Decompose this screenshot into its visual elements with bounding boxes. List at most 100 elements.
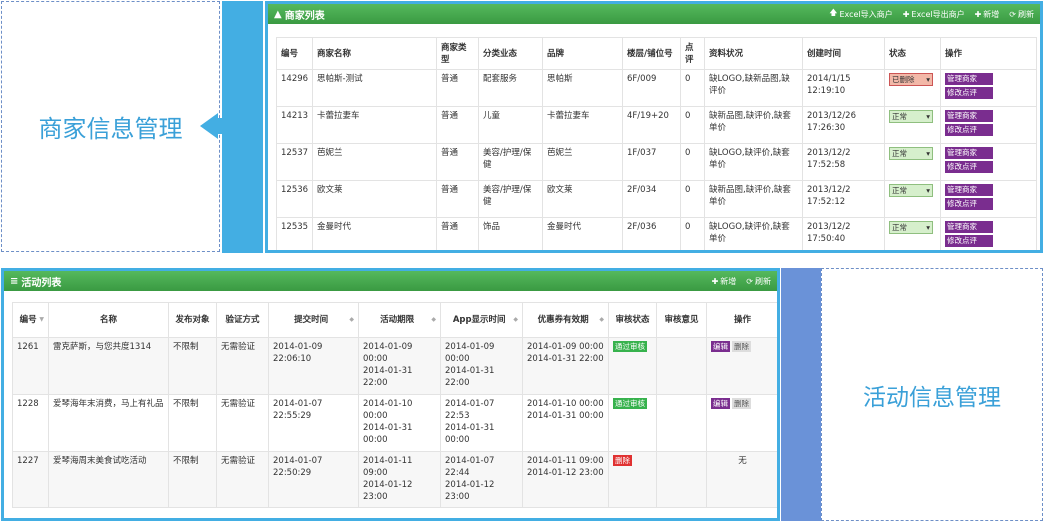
cell-operations: 管理商家 修改点评 bbox=[940, 180, 1037, 218]
cell-name: 卡蕾拉妻车 bbox=[312, 106, 437, 144]
col-header-text: 编号 bbox=[19, 315, 37, 325]
col-header[interactable]: 发布对象 bbox=[168, 302, 217, 338]
edit-review-button[interactable]: 修改点评 bbox=[945, 87, 993, 99]
col-header[interactable]: 验证方式 bbox=[216, 302, 269, 338]
cell-type: 普通 bbox=[436, 180, 479, 218]
audit-pass-badge: 通过审核 bbox=[613, 341, 647, 352]
merchant-table: 编号 商家名称 商家类型 分类业态 品牌 楼层/铺位号 点评 资料状况 创建时间… bbox=[276, 37, 1037, 250]
col-header[interactable]: 审核状态 bbox=[608, 302, 657, 338]
status-select-value: 正常 bbox=[892, 185, 907, 195]
manage-merchant-button[interactable]: 管理商家 bbox=[945, 73, 993, 85]
table-row[interactable]: 12536 欧文莱 普通 美容/护理/保健 欧文莱 2F/034 0 缺新品图,缺评价,缺套单… bbox=[276, 180, 1037, 218]
col-header[interactable]: 状态 bbox=[884, 37, 941, 70]
status-select-value: 正常 bbox=[892, 148, 907, 158]
edit-review-button[interactable]: 修改点评 bbox=[945, 198, 993, 210]
cell-reviews: 0 bbox=[680, 106, 705, 144]
table-row[interactable]: 12535 金曼时代 普通 饰品 金曼时代 2F/036 0 缺LOGO,缺评价,缺套单价 20… bbox=[276, 217, 1037, 250]
col-header[interactable]: 编号 bbox=[276, 37, 313, 70]
col-header[interactable]: 品牌 bbox=[542, 37, 623, 70]
chevron-down-icon: ▾ bbox=[926, 185, 930, 195]
arrow-left-icon bbox=[200, 113, 218, 139]
excel-export-button[interactable]: ✚ Excel导出商户 bbox=[903, 7, 965, 21]
cell-id: 14296 bbox=[276, 69, 313, 107]
col-header[interactable]: 商家类型 bbox=[436, 37, 479, 70]
sort-icon: ◆ bbox=[431, 316, 436, 323]
cell-info: 缺LOGO,缺评价,缺套单价 bbox=[704, 143, 803, 181]
cell-reviews: 0 bbox=[680, 180, 705, 218]
table-row[interactable]: 12537 芭妮兰 普通 美容/护理/保健 芭妮兰 1F/037 0 缺LOGO,缺评价,缺套… bbox=[276, 143, 1037, 181]
manage-merchant-button[interactable]: 管理商家 bbox=[945, 221, 993, 233]
cell-floor: 2F/036 bbox=[622, 217, 681, 250]
col-header[interactable]: 分类业态 bbox=[478, 37, 543, 70]
col-header[interactable]: 优惠券有效期 ◆ bbox=[522, 302, 609, 338]
no-operation-text: 无 bbox=[738, 456, 747, 466]
col-header-text: 操作 bbox=[733, 315, 751, 325]
cell-name: 爱琴海周末美食试吃活动 bbox=[48, 451, 169, 508]
col-header[interactable]: 商家名称 bbox=[312, 37, 437, 70]
col-header[interactable]: 审核意见 bbox=[656, 302, 707, 338]
edit-review-button[interactable]: 修改点评 bbox=[945, 124, 993, 136]
edit-review-button[interactable]: 修改点评 bbox=[945, 235, 993, 247]
col-header[interactable]: 操作 bbox=[940, 37, 1037, 70]
table-row[interactable]: 1261 雷克萨斯，与您共度1314 不限制 无需验证 2014-01-09 22:06… bbox=[12, 337, 777, 395]
activity-table: 编号 ▼ 名称 发布对象 验证方式 提交时间 ◆ 活动期限 ◆ App显示时间 ◆ 优惠… bbox=[12, 302, 777, 508]
activity-connector-bar bbox=[781, 268, 821, 521]
cell-id: 12536 bbox=[276, 180, 313, 218]
table-row[interactable]: 1227 爱琴海周末美食试吃活动 不限制 无需验证 2014-01-07 22:50:2… bbox=[12, 451, 777, 508]
table-row[interactable]: 14296 思帕斯-测试 普通 配套服务 思帕斯 6F/009 0 缺LOGO,缺新品图,缺评… bbox=[276, 69, 1037, 107]
status-select[interactable]: 正常 ▾ bbox=[889, 110, 933, 123]
cell-floor: 2F/034 bbox=[622, 180, 681, 218]
edit-review-button[interactable]: 修改点评 bbox=[945, 161, 993, 173]
cell-operations: 管理商家 修改点评 bbox=[940, 106, 1037, 144]
cell-created: 2013/12/2 17:52:12 bbox=[802, 180, 885, 218]
col-header[interactable]: 点评 bbox=[680, 37, 705, 70]
cell-verify: 无需验证 bbox=[216, 394, 269, 452]
col-header[interactable]: 创建时间 bbox=[802, 37, 885, 70]
status-select[interactable]: 正常 ▾ bbox=[889, 147, 933, 160]
edit-button[interactable]: 编辑 bbox=[711, 398, 730, 409]
col-header[interactable]: 操作 bbox=[706, 302, 777, 338]
user-icon: ▲ bbox=[274, 8, 282, 20]
col-header-text: 优惠券有效期 bbox=[537, 315, 589, 325]
edit-button[interactable]: 编辑 bbox=[711, 341, 730, 352]
cell-status: 正常 ▾ bbox=[884, 143, 941, 181]
sort-icon: ◆ bbox=[513, 316, 518, 323]
col-header[interactable]: 资料状况 bbox=[704, 37, 803, 70]
cell-category: 美容/护理/保健 bbox=[478, 180, 543, 218]
delete-button[interactable]: 删除 bbox=[732, 398, 751, 409]
merchant-management-label: 商家信息管理 bbox=[1, 1, 220, 252]
add-merchant-label: 新增 bbox=[983, 9, 1000, 19]
col-header[interactable]: App显示时间 ◆ bbox=[440, 302, 523, 338]
status-select[interactable]: 正常 ▾ bbox=[889, 184, 933, 197]
col-header[interactable]: 名称 bbox=[48, 302, 169, 338]
add-activity-button[interactable]: ✚ 新增 bbox=[712, 276, 737, 287]
refresh-merchant-button[interactable]: ⟳ 刷新 bbox=[1009, 7, 1034, 21]
cell-info: 缺LOGO,缺评价,缺套单价 bbox=[704, 217, 803, 250]
cell-audit: 通过审核 bbox=[608, 337, 657, 395]
cell-reviews: 0 bbox=[680, 217, 705, 250]
merchant-panel-tools: 🡅 Excel导入商户 ✚ Excel导出商户 ✚ 新增 ⟳ 刷新 bbox=[829, 7, 1034, 21]
table-row[interactable]: 1228 爱琴海年末消费，马上有礼品 不限制 无需验证 2014-01-07 22:55… bbox=[12, 394, 777, 452]
activity-panel-header: ≡ 活动列表 ✚ 新增 ⟳ 刷新 bbox=[4, 271, 777, 291]
refresh-merchant-label: 刷新 bbox=[1018, 9, 1034, 19]
col-header[interactable]: 提交时间 ◆ bbox=[268, 302, 359, 338]
col-header[interactable]: 楼层/铺位号 bbox=[622, 37, 681, 70]
cell-floor: 1F/037 bbox=[622, 143, 681, 181]
refresh-activity-button[interactable]: ⟳ 刷新 bbox=[746, 276, 771, 287]
manage-merchant-button[interactable]: 管理商家 bbox=[945, 110, 993, 122]
status-select[interactable]: 已删除 ▾ bbox=[889, 73, 933, 86]
delete-button[interactable]: 删除 bbox=[732, 341, 751, 352]
col-header[interactable]: 编号 ▼ bbox=[12, 302, 49, 338]
manage-merchant-button[interactable]: 管理商家 bbox=[945, 147, 993, 159]
cell-floor: 4F/19+20 bbox=[622, 106, 681, 144]
manage-merchant-button[interactable]: 管理商家 bbox=[945, 184, 993, 196]
table-row[interactable]: 14213 卡蕾拉妻车 普通 儿童 卡蕾拉妻车 4F/19+20 0 缺新品图,缺评价,缺套单… bbox=[276, 106, 1037, 144]
add-merchant-button[interactable]: ✚ 新增 bbox=[975, 7, 1000, 21]
cell-opinion bbox=[656, 394, 707, 452]
status-select[interactable]: 正常 ▾ bbox=[889, 221, 933, 234]
plus-icon: ✚ bbox=[974, 9, 982, 19]
cell-type: 普通 bbox=[436, 106, 479, 144]
excel-import-button[interactable]: 🡅 Excel导入商户 bbox=[829, 7, 892, 21]
cell-category: 配套服务 bbox=[478, 69, 543, 107]
col-header[interactable]: 活动期限 ◆ bbox=[358, 302, 441, 338]
